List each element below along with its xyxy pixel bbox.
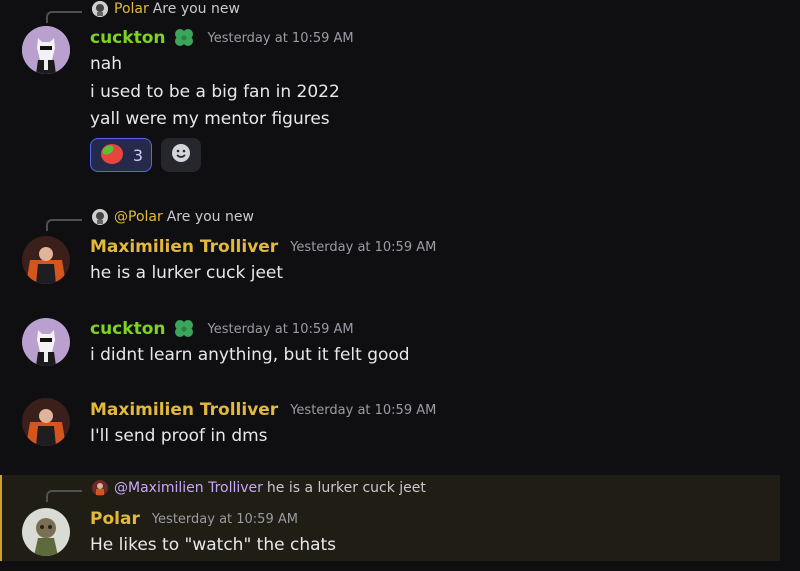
reply-text: Are you new — [166, 209, 254, 225]
avatar[interactable] — [22, 236, 70, 284]
add-reaction-button[interactable] — [161, 138, 201, 172]
message-header: cuckton Yesterday at 10:59 AM — [90, 319, 354, 339]
timestamp: Yesterday at 10:59 AM — [207, 321, 354, 337]
username[interactable]: cuckton — [90, 28, 165, 48]
message-header: Polar Yesterday at 10:59 AM — [90, 509, 298, 529]
username[interactable]: Maximilien Trolliver — [90, 237, 278, 257]
reply-author[interactable]: Polar — [114, 1, 149, 17]
reply-author[interactable]: @Maximilien Trolliver — [114, 480, 263, 496]
reply-avatar — [92, 1, 108, 17]
clover-icon — [173, 28, 195, 48]
clover-icon — [173, 319, 195, 339]
avatar[interactable] — [22, 318, 70, 366]
reply-spine — [46, 490, 82, 502]
message-line: i didnt learn anything, but it felt good — [90, 345, 410, 365]
avatar[interactable] — [22, 26, 70, 74]
reply-preview[interactable]: Polar Are you new — [92, 0, 240, 18]
reply-avatar — [92, 209, 108, 225]
tomato-emoji-icon — [99, 141, 125, 169]
message-header: cuckton Yesterday at 10:59 AM — [90, 28, 354, 48]
username[interactable]: Maximilien Trolliver — [90, 400, 278, 420]
reply-avatar — [92, 480, 108, 496]
timestamp: Yesterday at 10:59 AM — [290, 239, 437, 255]
reply-text: Are you new — [152, 1, 240, 17]
reply-spine — [46, 219, 82, 231]
reply-author[interactable]: @Polar — [114, 209, 163, 225]
message-line: He likes to "watch" the chats — [90, 535, 337, 555]
avatar[interactable] — [22, 508, 70, 556]
message-line: I'll send proof in dms — [90, 426, 268, 446]
reply-spine — [46, 11, 82, 23]
smiley-icon — [171, 143, 191, 167]
reaction-button[interactable]: 3 — [90, 138, 152, 172]
reply-preview[interactable]: @Polar Are you new — [92, 208, 254, 226]
username[interactable]: Polar — [90, 509, 140, 529]
timestamp: Yesterday at 10:59 AM — [207, 30, 354, 46]
reply-preview[interactable]: @Maximilien Trolliver he is a lurker cuc… — [92, 479, 426, 497]
username[interactable]: cuckton — [90, 319, 165, 339]
reply-text: he is a lurker cuck jeet — [266, 480, 426, 496]
message-header: Maximilien Trolliver Yesterday at 10:59 … — [90, 237, 436, 257]
timestamp: Yesterday at 10:59 AM — [290, 402, 437, 418]
message-header: Maximilien Trolliver Yesterday at 10:59 … — [90, 400, 436, 420]
avatar[interactable] — [22, 398, 70, 446]
timestamp: Yesterday at 10:59 AM — [151, 511, 298, 527]
message-line: yall were my mentor figures — [90, 109, 330, 129]
message-line: i used to be a big fan in 2022 — [90, 82, 340, 102]
reaction-count: 3 — [132, 145, 144, 165]
message-line: nah — [90, 54, 122, 74]
message-line: he is a lurker cuck jeet — [90, 263, 284, 283]
